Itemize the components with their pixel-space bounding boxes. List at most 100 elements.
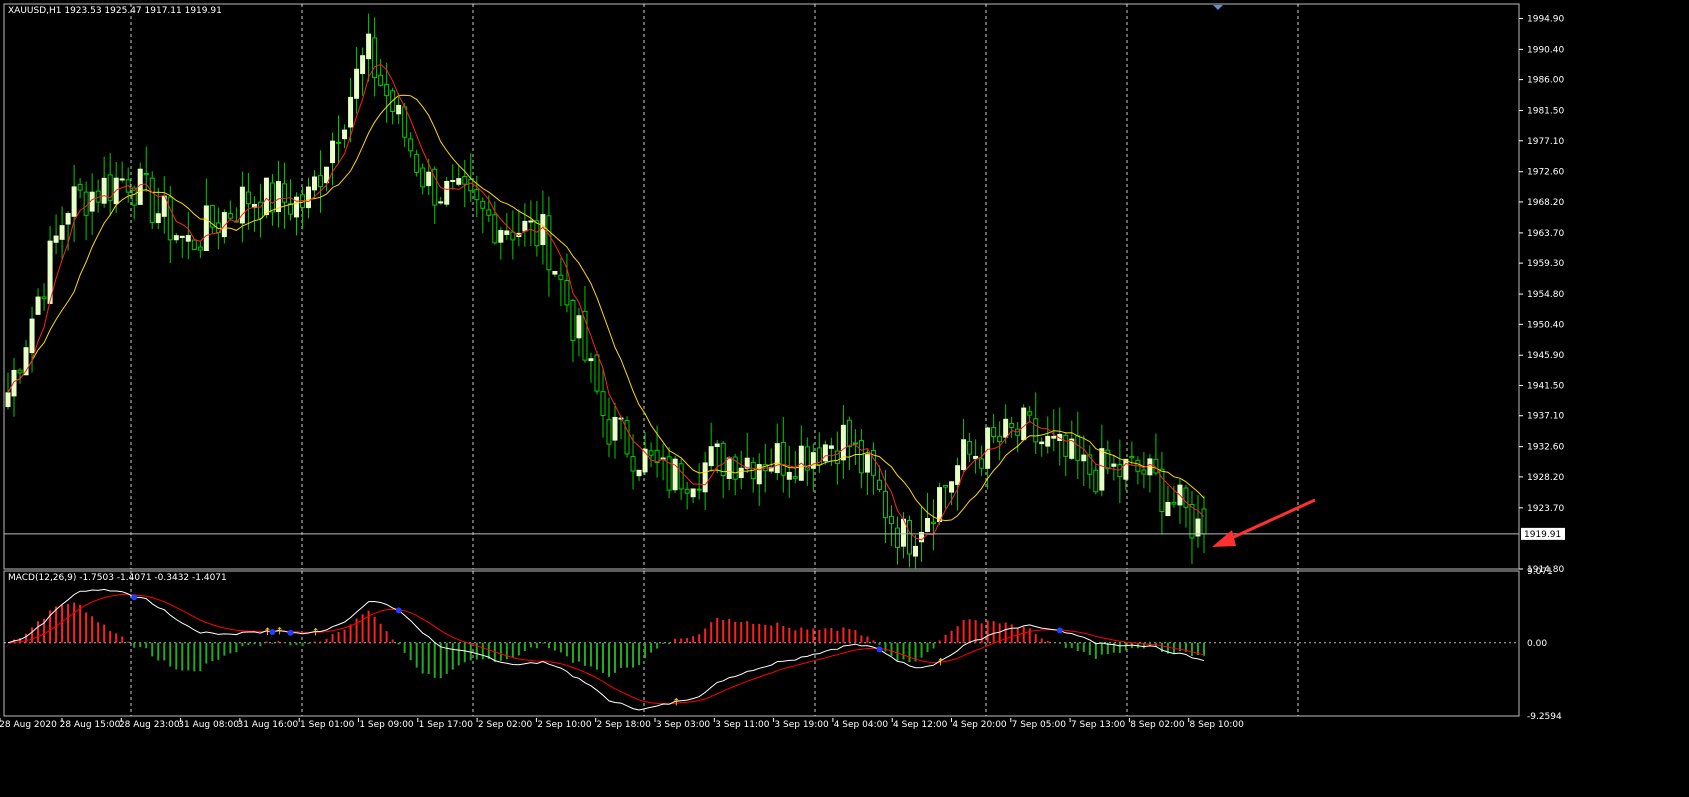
candle-body	[558, 274, 564, 280]
chart-svg: 28 Aug 2020 28 Aug 15:0028 Aug 23:0031 Au…	[0, 3, 1565, 730]
candle-body	[894, 527, 900, 549]
candle-body	[312, 176, 318, 191]
time-axis-label: 8 Sep 02:00	[1130, 720, 1185, 730]
candle-body	[828, 445, 834, 449]
candle-body	[5, 392, 11, 408]
price-axis-label: 1977.10	[1527, 137, 1564, 147]
candle-body	[360, 55, 366, 75]
time-axis-label: 1 Sep 17:00	[419, 720, 474, 730]
candle-body	[840, 424, 846, 461]
buy-arrow-icon: ↑	[312, 628, 320, 639]
candle-body	[197, 246, 203, 251]
price-axis-label: 1963.70	[1527, 229, 1564, 239]
price-axis-label: 1950.40	[1527, 320, 1564, 330]
candle-body	[552, 270, 558, 275]
candle-body	[438, 201, 444, 204]
candle-body	[173, 235, 179, 241]
macd-axis-label: 9.071	[1527, 567, 1553, 577]
candle-body	[504, 230, 510, 235]
candle-body	[846, 419, 852, 448]
time-axis-label: 3 Sep 11:00	[715, 720, 770, 730]
candle-body	[708, 446, 714, 467]
candle-body	[738, 467, 744, 479]
candle-body	[858, 440, 864, 474]
candle-body	[955, 465, 961, 485]
candle-body	[907, 520, 912, 555]
candle-body	[71, 186, 77, 217]
time-axis-label: 7 Sep 13:00	[1071, 720, 1126, 730]
candle-body	[1099, 448, 1105, 491]
candle-body	[774, 443, 780, 474]
candle-body	[245, 191, 251, 205]
candle-body	[149, 177, 155, 223]
candle-body	[1045, 435, 1051, 447]
candle-body	[810, 452, 816, 469]
candle-body	[522, 220, 528, 232]
time-axis-label: 1 Sep 09:00	[359, 720, 414, 730]
price-axis-label: 1968.20	[1527, 198, 1564, 208]
candle-body	[53, 235, 59, 243]
candle-body	[306, 186, 311, 209]
price-axis-label: 1923.70	[1527, 504, 1564, 514]
candle-body	[985, 427, 991, 469]
candle-body	[997, 435, 1003, 443]
candle-body	[1189, 504, 1195, 539]
candle-body	[876, 479, 882, 490]
candle-body	[1171, 502, 1177, 505]
candle-body	[396, 104, 402, 115]
candle-body	[342, 129, 348, 140]
candle-body	[913, 545, 919, 557]
candle-body	[888, 515, 894, 525]
candle-body	[1165, 502, 1171, 517]
candle-body	[462, 176, 468, 185]
candle-body	[714, 443, 720, 447]
candle-body	[275, 181, 281, 213]
candle-body	[408, 138, 414, 152]
candle-body	[1075, 435, 1081, 461]
annotation-arrow-head	[1212, 530, 1236, 547]
time-axis-label: 8 Sep 10:00	[1190, 720, 1245, 730]
sell-dot-icon	[876, 646, 883, 653]
candle-body	[852, 442, 858, 445]
candle-body	[1033, 418, 1039, 443]
candle-body	[77, 183, 83, 191]
candle-body	[546, 215, 552, 271]
candle-body	[330, 140, 336, 164]
candle-body	[450, 179, 456, 182]
macd-axis-label: 0.00	[1527, 639, 1547, 649]
sell-dot-icon	[287, 629, 294, 636]
candle-body	[1039, 441, 1045, 445]
candle-body	[1123, 458, 1129, 480]
candle-body	[882, 490, 888, 519]
candle-body	[41, 296, 47, 300]
annotation-arrow-shaft	[1224, 498, 1316, 543]
candle-body	[1141, 469, 1147, 475]
candle-body	[414, 153, 420, 173]
candle-body	[1021, 407, 1027, 441]
candle-body	[1129, 455, 1135, 459]
buy-arrow-icon: ↑	[275, 626, 283, 637]
time-axis-label: 31 Aug 08:00	[178, 720, 239, 730]
candle-body	[624, 420, 630, 455]
price-axis-label: 1994.90	[1527, 14, 1564, 24]
candle-body	[354, 68, 360, 99]
candle-body	[155, 213, 161, 224]
candle-body	[720, 442, 726, 477]
candle-body	[702, 462, 708, 493]
candle-body	[29, 318, 35, 354]
candle-body	[143, 172, 149, 176]
price-axis-label: 1937.10	[1527, 412, 1564, 422]
candle-body	[263, 177, 269, 216]
price-axis-label: 1972.60	[1527, 168, 1564, 178]
time-axis-label: 28 Aug 23:00	[119, 720, 180, 730]
candle-body	[678, 463, 684, 490]
sell-dot-icon	[395, 607, 402, 614]
candle-body	[486, 209, 492, 216]
trading-chart-window[interactable]: 28 Aug 2020 28 Aug 15:00 28 Aug 23:00 31 Au…	[0, 0, 1689, 793]
candle-body	[17, 369, 23, 374]
candle-body	[167, 196, 173, 241]
candle-body	[1027, 411, 1033, 416]
candle-body	[690, 488, 696, 498]
time-axis-label: 3 Sep 19:00	[774, 720, 829, 730]
candle-body	[961, 439, 967, 471]
